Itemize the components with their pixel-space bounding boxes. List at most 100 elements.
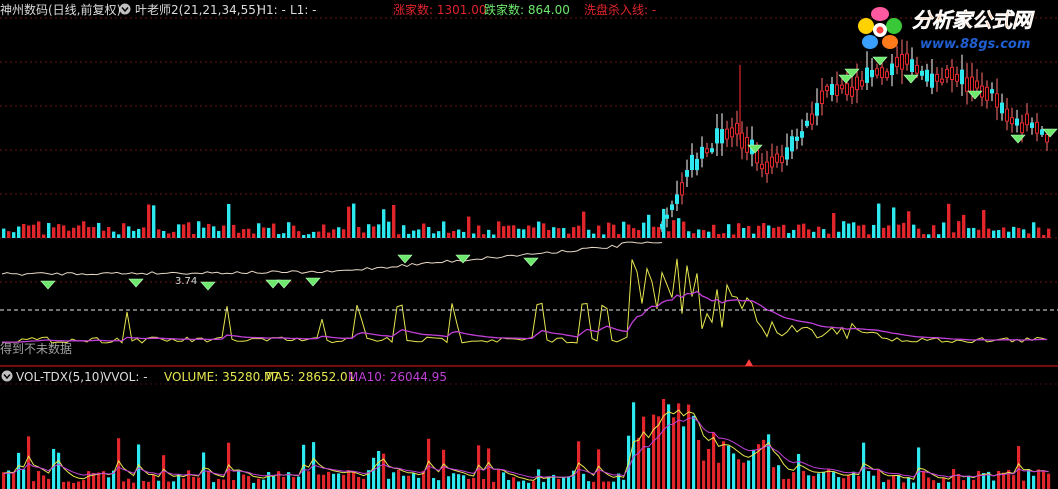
candle-body (770, 156, 774, 168)
breadth-bar (847, 223, 851, 238)
logo-url: www.88gs.com (920, 37, 1030, 52)
breadth-bar (997, 230, 1001, 238)
chart-canvas: 3.74 得到不未数据 神州数码(日线,前复权) 叶老师2(21,21,34,5… (0, 0, 1058, 489)
up-count: 涨家数: 1301.00 (393, 2, 486, 17)
volume-bar (977, 470, 981, 489)
candle-body (970, 76, 974, 93)
breadth-bar (732, 234, 736, 238)
breadth-bar (817, 226, 821, 238)
volume-bar (317, 474, 321, 489)
volume-bar (322, 474, 326, 489)
breadth-bar (832, 213, 836, 238)
breadth-bar (347, 206, 351, 238)
breadth-bar (187, 222, 191, 238)
breadth-bar (1017, 227, 1021, 238)
breadth-bar (282, 233, 286, 238)
volume-bar (177, 474, 181, 489)
breadth-bar (507, 225, 511, 238)
collapse-icon[interactable] (119, 3, 131, 15)
volume-bar (347, 470, 351, 489)
candle-body (880, 67, 884, 78)
volume-bar (52, 448, 56, 489)
candle-body (890, 63, 894, 76)
candle-body (865, 67, 869, 83)
breadth-bar (402, 225, 406, 238)
volume-bar (192, 476, 196, 489)
candle-body (855, 76, 859, 91)
candle-body (900, 54, 904, 70)
volume-bar (787, 478, 791, 489)
breadth-bar (252, 233, 256, 238)
volume-bar (902, 482, 906, 489)
volume-bar (362, 478, 366, 489)
breadth-bar (432, 233, 436, 238)
breadth-bar (452, 231, 456, 238)
volume-bar (97, 472, 101, 489)
breadth-bar (142, 227, 146, 238)
breadth-bar (947, 203, 951, 238)
volume-bar (922, 470, 926, 489)
breadth-bar (692, 233, 696, 238)
breadth-bar (707, 231, 711, 238)
candle-body (995, 93, 999, 108)
volume-bar (952, 469, 956, 489)
volume-bar (437, 480, 441, 489)
volume-bar (672, 417, 676, 489)
breadth-bar (502, 226, 506, 238)
volume-bar (1017, 446, 1021, 489)
candle-body (875, 68, 879, 76)
breadth-bar (877, 203, 881, 238)
candle-body (950, 66, 954, 80)
volume-bar (182, 478, 186, 489)
candle-body (690, 154, 694, 170)
breadth-bar (382, 209, 386, 238)
volume-bar (402, 475, 406, 489)
breadth-bar (437, 231, 441, 238)
breadth-bar (837, 231, 841, 238)
volume-bar (657, 416, 661, 489)
volume-bar (857, 475, 861, 489)
volume-bar (232, 479, 236, 489)
volume-bar (662, 398, 666, 489)
volume-bar (837, 477, 841, 489)
volume-bar (932, 480, 936, 489)
breadth-bar (552, 227, 556, 238)
volume-collapse-icon[interactable] (1, 370, 13, 382)
breadth-bar (617, 234, 621, 238)
breadth-bar (522, 229, 526, 238)
breadth-bar (807, 229, 811, 238)
breadth-bar (497, 221, 501, 238)
breadth-bar (132, 230, 136, 238)
volume-bar (607, 481, 611, 489)
volume-bar (397, 470, 401, 489)
volume-bar (187, 470, 191, 489)
breadth-bar (657, 227, 661, 238)
breadth-bar (177, 224, 181, 238)
breadth-bar (277, 234, 281, 238)
breadth-bar (802, 223, 806, 238)
candle-body (695, 158, 699, 171)
volume-bar (77, 481, 81, 489)
breadth-bar (642, 222, 646, 238)
candle-body (740, 132, 744, 149)
candle-body (895, 56, 899, 68)
breadth-bar (992, 230, 996, 238)
candle-body (665, 214, 669, 219)
volume-bar (237, 469, 241, 489)
breadth-bar (762, 223, 766, 238)
volume-bar (872, 475, 876, 489)
breadth-bar (952, 232, 956, 238)
breadth-bar (72, 227, 76, 238)
breadth-bar (237, 232, 241, 238)
volume-bar (707, 448, 711, 489)
breadth-bar (562, 228, 566, 238)
volume-bar (867, 471, 871, 489)
breadth-bar (612, 224, 616, 238)
breadth-bar (967, 228, 971, 238)
ma10-value: MA10: 26044.95 (348, 370, 447, 384)
breadth-bar (937, 234, 941, 238)
breadth-bar (932, 225, 936, 238)
volume-bar (267, 471, 271, 489)
volume-bar (542, 481, 546, 489)
breadth-bar (42, 234, 46, 238)
